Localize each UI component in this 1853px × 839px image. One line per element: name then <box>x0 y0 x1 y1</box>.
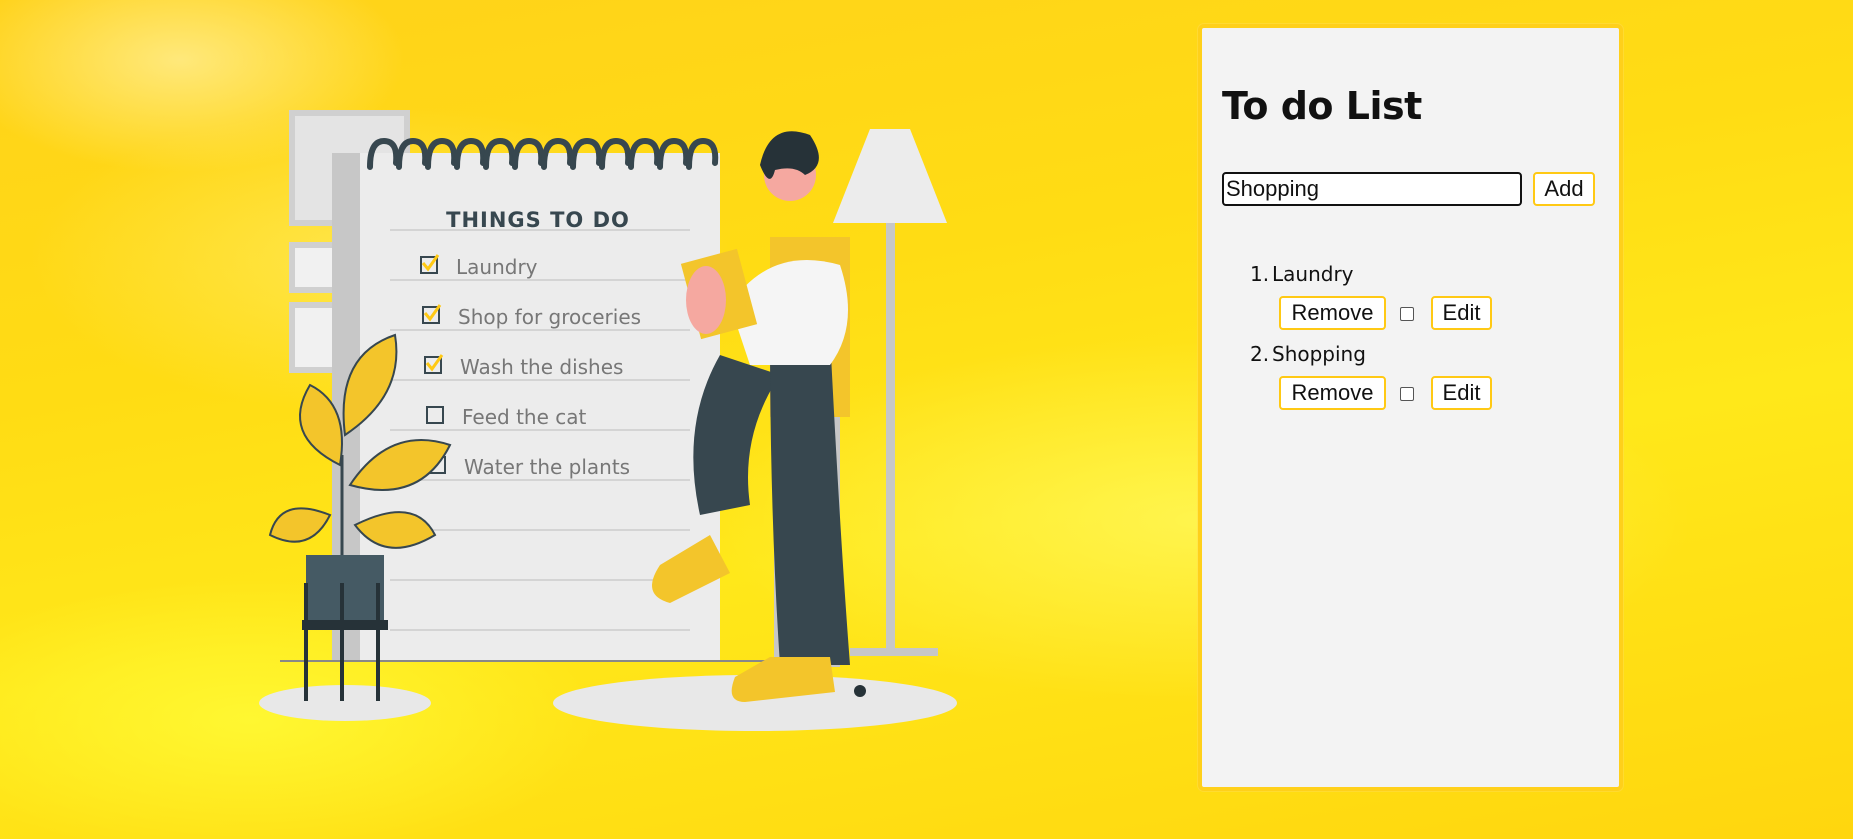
illustration-item-5: Water the plants <box>464 455 630 479</box>
illustration-heading: THINGS TO DO <box>446 208 630 232</box>
list-item-text: Laundry <box>1272 262 1354 286</box>
page-title: To do List <box>1222 84 1422 128</box>
add-button[interactable]: Add <box>1533 172 1595 206</box>
todo-list: 1. Laundry Remove Edit 2. Shopping Remov… <box>1202 256 1619 416</box>
illustration-item-4: Feed the cat <box>462 405 587 429</box>
todo-input[interactable] <box>1222 172 1522 206</box>
todo-illustration: THINGS TO DO Laundry Shop for groceries … <box>259 110 957 731</box>
illustration-item-2: Shop for groceries <box>458 305 641 329</box>
list-item: 1. Laundry Remove Edit <box>1202 256 1619 336</box>
illustration-item-1: Laundry <box>456 255 538 279</box>
edit-button[interactable]: Edit <box>1431 296 1492 330</box>
list-item-text: Shopping <box>1272 342 1366 366</box>
edit-button[interactable]: Edit <box>1431 376 1492 410</box>
list-item-number: 1. <box>1250 262 1270 286</box>
remove-button[interactable]: Remove <box>1279 296 1386 330</box>
list-item: 2. Shopping Remove Edit <box>1202 336 1619 416</box>
illustration-item-3: Wash the dishes <box>460 355 623 379</box>
done-checkbox[interactable] <box>1400 387 1414 401</box>
remove-button[interactable]: Remove <box>1279 376 1386 410</box>
done-checkbox[interactable] <box>1400 307 1414 321</box>
todo-panel: To do List Add 1. Laundry Remove Edit 2.… <box>1198 24 1623 791</box>
list-item-number: 2. <box>1250 342 1270 366</box>
